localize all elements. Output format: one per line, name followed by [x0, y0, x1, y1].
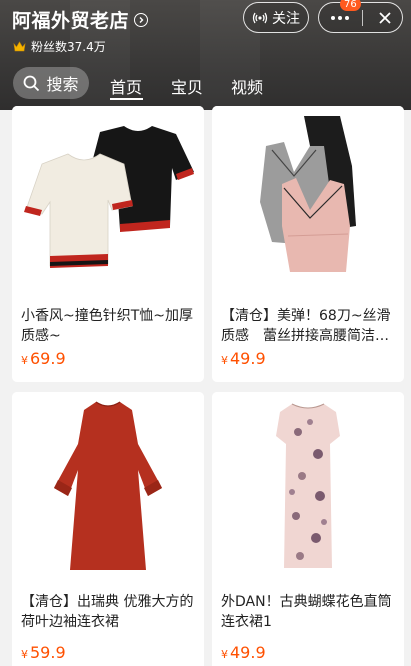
price-value: 49.9 [230, 349, 266, 368]
broadcast-icon [252, 11, 268, 25]
price-value: 59.9 [30, 643, 66, 662]
product-card[interactable]: 【清仓】美弹！68刀~丝滑质感 蕾丝拼接高腰简洁… ¥ 49.9 [212, 106, 404, 382]
product-card[interactable]: 【清仓】出瑞典 优雅大方的荷叶边袖连衣裙 ¥ 59.9 [12, 392, 204, 666]
product-price: ¥ 59.9 [21, 643, 66, 662]
shop-name-link[interactable]: 阿福外贸老店 [12, 6, 149, 33]
tab-products[interactable]: 宝贝 [171, 74, 203, 98]
product-price: ¥ 49.9 [221, 349, 266, 368]
search-label: 搜索 [46, 75, 79, 94]
fans-count-text: 粉丝数37.4万 [31, 40, 106, 54]
product-price: ¥ 69.9 [21, 349, 66, 368]
product-image [212, 106, 404, 292]
product-price: ¥ 49.9 [221, 643, 266, 662]
currency-symbol: ¥ [21, 648, 28, 661]
follow-button[interactable]: 关注 [243, 2, 309, 33]
product-title: 外DAN！古典蝴蝶花色直筒连衣裙1 [221, 594, 392, 630]
product-title: 小香风~撞色针织T恤~加厚质感~ [21, 308, 194, 344]
search-icon [23, 75, 40, 92]
follow-label: 关注 [272, 10, 300, 27]
shop-header: 阿福外贸老店 粉丝数37.4万 关注 76 搜索 首页 宝贝 视频 [0, 0, 411, 110]
product-card[interactable]: 小香风~撞色针织T恤~加厚质感~ ¥ 69.9 [12, 106, 204, 382]
notification-badge: 76 [340, 0, 361, 11]
price-value: 69.9 [30, 349, 66, 368]
product-card[interactable]: 外DAN！古典蝴蝶花色直筒连衣裙1 ¥ 49.9 [212, 392, 404, 666]
product-image [12, 106, 204, 292]
tab-home[interactable]: 首页 [110, 74, 142, 98]
currency-symbol: ¥ [21, 354, 28, 367]
price-value: 49.9 [230, 643, 266, 662]
search-button[interactable]: 搜索 [13, 67, 89, 99]
product-title: 【清仓】出瑞典 优雅大方的荷叶边袖连衣裙 [21, 594, 194, 630]
product-title: 【清仓】美弹！68刀~丝滑质感 蕾丝拼接高腰简洁… [221, 308, 391, 344]
shop-name: 阿福外贸老店 [12, 10, 130, 32]
tab-videos[interactable]: 视频 [231, 74, 263, 98]
chevron-right-icon [134, 12, 149, 27]
currency-symbol: ¥ [221, 354, 228, 367]
crown-icon [13, 41, 26, 52]
tab-active-indicator [110, 98, 143, 100]
close-icon[interactable] [371, 3, 399, 32]
product-image [212, 392, 404, 578]
capsule-divider [362, 10, 363, 26]
fans-count: 粉丝数37.4万 [13, 38, 106, 55]
currency-symbol: ¥ [221, 648, 228, 661]
capsule-menu [318, 2, 403, 33]
product-image [12, 392, 204, 578]
